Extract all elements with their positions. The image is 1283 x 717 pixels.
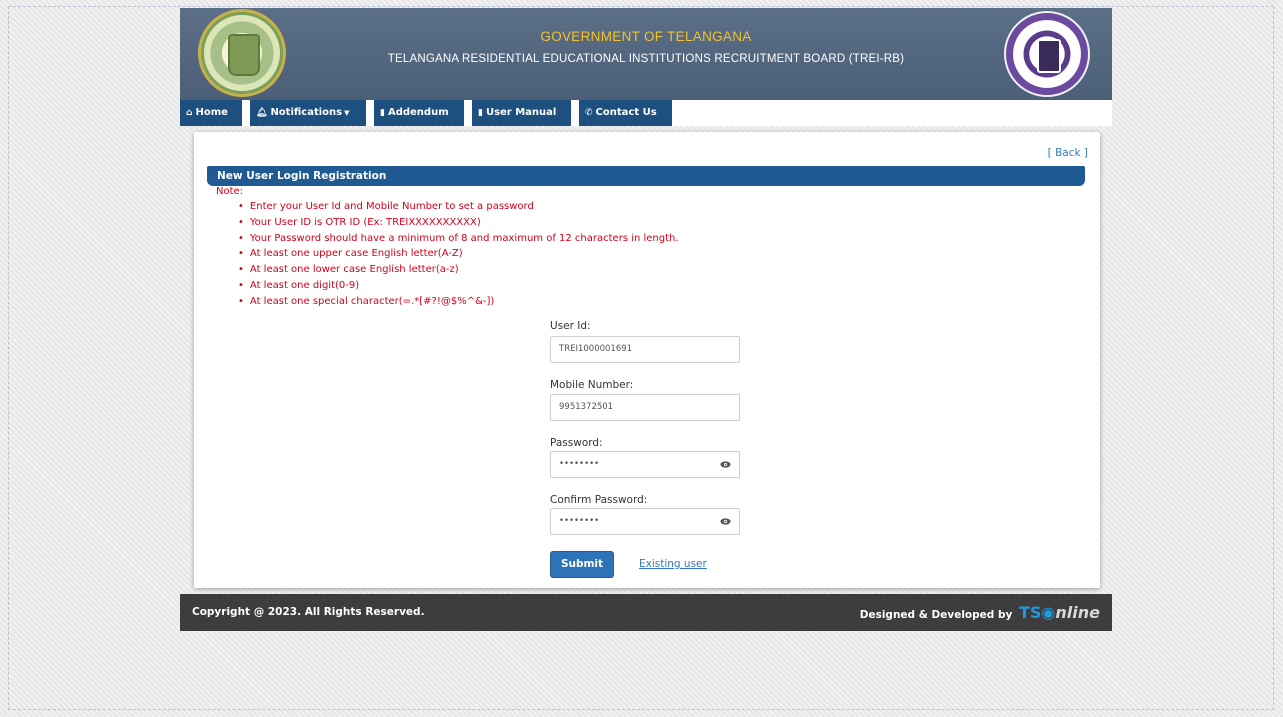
confirm-password-input[interactable]: ••••••••: [550, 508, 740, 535]
confirm-password-value: ••••••••: [559, 516, 600, 526]
site-footer: Copyright @ 2023. All Rights Reserved. D…: [180, 594, 1112, 631]
file-icon: ▮: [380, 108, 385, 118]
password-input[interactable]: ••••••••: [550, 451, 740, 478]
treirb-logo: [1004, 11, 1090, 97]
user-id-input[interactable]: TREI1000001691: [550, 336, 740, 363]
note-item: At least one lower case English letter(a…: [238, 262, 679, 278]
book-icon: ▮: [478, 108, 483, 118]
eye-icon[interactable]: [720, 459, 731, 470]
back-link[interactable]: [ Back ]: [1048, 147, 1088, 159]
submit-button[interactable]: Submit: [550, 551, 614, 578]
government-title: GOVERNMENT OF TELANGANA: [540, 29, 752, 44]
phone-icon: ✆: [585, 108, 593, 118]
nav-notifications-label: Notifications: [270, 107, 343, 118]
copyright-text: Copyright @ 2023. All Rights Reserved.: [192, 606, 425, 618]
password-value: ••••••••: [559, 459, 600, 469]
password-rules-list: Enter your User Id and Mobile Number to …: [238, 199, 679, 310]
brand-ts: TS: [1018, 603, 1042, 622]
brand-o-icon: ◉: [1041, 603, 1056, 622]
note-item: Enter your User Id and Mobile Number to …: [238, 199, 679, 215]
nav-user-manual-label: User Manual: [485, 107, 557, 118]
developer-credit: Designed & Developed by TS◉nline: [860, 603, 1100, 622]
designed-by-text: Designed & Developed by: [859, 609, 1013, 621]
note-item: Your Password should have a minimum of 8…: [238, 231, 679, 247]
note-item: At least one digit(0-9): [238, 278, 679, 294]
mobile-number-input[interactable]: 9951372501: [550, 394, 740, 421]
caret-down-icon: ▼: [344, 109, 350, 117]
nav-addendum[interactable]: ▮ Addendum: [374, 100, 464, 126]
home-icon: ⌂: [186, 108, 193, 118]
nav-addendum-label: Addendum: [387, 107, 449, 118]
site-header: GOVERNMENT OF TELANGANA TELANGANA RESIDE…: [180, 8, 1112, 100]
mobile-number-label: Mobile Number:: [550, 379, 634, 391]
brand-online: nline: [1055, 603, 1100, 622]
existing-user-link[interactable]: Existing user: [639, 558, 707, 570]
nav-user-manual[interactable]: ▮ User Manual: [472, 100, 571, 126]
nav-contact-us[interactable]: ✆ Contact Us: [579, 100, 672, 126]
eye-icon[interactable]: [720, 516, 731, 527]
site-wrapper: GOVERNMENT OF TELANGANA TELANGANA RESIDE…: [180, 8, 1112, 631]
note-label: Note:: [216, 186, 244, 197]
registration-panel: [ Back ] New User Login Registration Not…: [194, 132, 1100, 588]
section-title-bar: New User Login Registration: [207, 166, 1085, 186]
nav-home-label: Home: [195, 107, 228, 118]
board-title: TELANGANA RESIDENTIAL EDUCATIONAL INSTIT…: [387, 53, 905, 65]
confirm-password-label: Confirm Password:: [550, 494, 648, 506]
tsonline-logo[interactable]: TS◉nline: [1019, 603, 1100, 622]
nav-home[interactable]: ⌂ Home: [180, 100, 242, 126]
main-nav: ⌂ Home 🔔︎ Notifications ▼ ▮ Addendum ▮ User M…: [180, 100, 1112, 126]
note-item: Your User ID is OTR ID (Ex: TREIXXXXXXXX…: [238, 215, 679, 231]
note-item: At least one upper case English letter(A…: [238, 246, 679, 262]
nav-contact-label: Contact Us: [595, 107, 657, 118]
bell-icon: 🔔︎: [256, 108, 268, 118]
treirb-logo-center: [1037, 39, 1061, 73]
nav-notifications[interactable]: 🔔︎ Notifications ▼: [250, 100, 366, 126]
note-item: At least one special character(=.*[#?!@$…: [238, 294, 679, 310]
password-label: Password:: [550, 437, 603, 449]
user-id-label: User Id:: [550, 320, 591, 332]
